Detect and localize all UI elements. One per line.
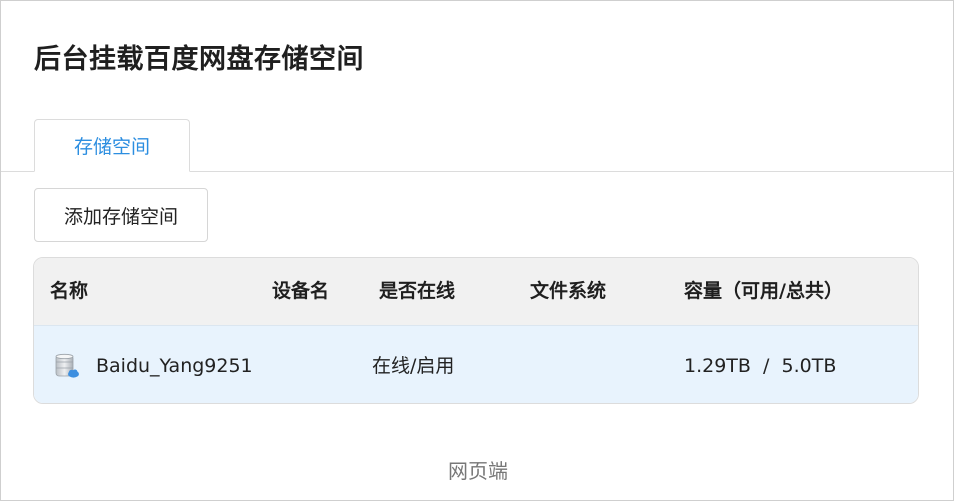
column-header-filesystem[interactable]: 文件系统 (530, 258, 606, 325)
column-header-online[interactable]: 是否在线 (379, 258, 455, 325)
storage-capacity: 1.29TB / 5.0TB (684, 355, 837, 377)
add-storage-space-button[interactable]: 添加存储空间 (34, 188, 208, 242)
storage-name: Baidu_Yang9251 (96, 355, 253, 377)
page-title: 后台挂载百度网盘存储空间 (34, 44, 364, 75)
tab-storage-space[interactable]: 存储空间 (34, 119, 190, 172)
footer-caption: 网页端 (448, 459, 508, 483)
column-header-name[interactable]: 名称 (50, 258, 88, 325)
column-header-capacity[interactable]: 容量（可用/总共） (684, 258, 843, 325)
app-window: 后台挂载百度网盘存储空间 存储空间 添加存储空间 名称 设备名 是否在线 文件系… (0, 0, 954, 501)
cloud-disk-icon (55, 353, 79, 378)
storage-status: 在线/启用 (372, 355, 455, 377)
storage-table: 名称 设备名 是否在线 文件系统 容量（可用/总共） Baidu_Yang925… (33, 257, 919, 404)
tab-bar: 存储空间 (1, 119, 954, 172)
column-header-device[interactable]: 设备名 (272, 258, 329, 325)
table-row[interactable]: Baidu_Yang9251 在线/启用 1.29TB / 5.0TB (34, 325, 918, 403)
table-header: 名称 设备名 是否在线 文件系统 容量（可用/总共） (34, 258, 918, 325)
